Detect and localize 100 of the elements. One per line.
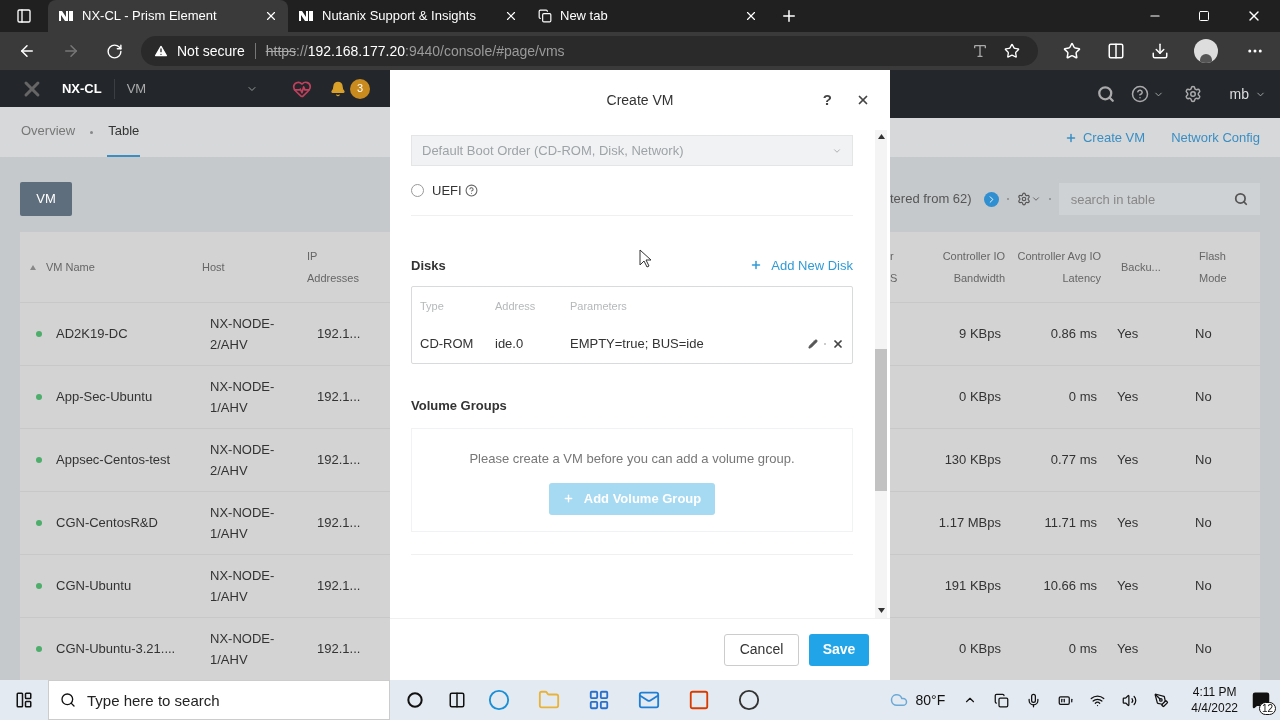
filter-summary: tered from 62) [890,190,972,209]
plus-icon [750,259,763,272]
delete-icon[interactable] [832,338,844,350]
reload-icon[interactable] [106,42,123,60]
close-icon[interactable] [856,93,870,107]
column-header[interactable]: Flash Mode [1199,245,1239,289]
tab-title: New tab [560,7,609,26]
section-heading: Disks [411,256,446,275]
table-cell-text: NX-NODE-1/AHV [210,630,276,669]
column-header: Type [420,298,445,314]
microphone-icon[interactable] [1026,692,1042,708]
table-cell-text: NX-NODE-2/AHV [210,315,276,354]
table-cell-text: No [1195,451,1212,470]
favorite-icon[interactable] [1004,43,1020,59]
vm-name-cell[interactable]: App-Sec-Ubuntu [56,387,210,407]
table-cell-text: No [1195,325,1212,344]
scrollbar[interactable] [875,130,887,618]
table-cell-text: Yes [1117,514,1140,533]
browser-tab[interactable]: New tab [528,0,768,32]
warning-icon [153,43,169,59]
close-icon[interactable] [504,9,518,23]
table-cell-text: NX-NODE-1/AHV [210,504,276,543]
logo-icon [58,10,74,22]
column-header: Parameters [570,298,627,314]
table-cell-text: 191 KBps [943,577,1001,596]
search-icon [1234,192,1248,206]
table-cell-text: 192.1... [317,388,361,407]
vm-name-cell[interactable]: AD2K19-DC [56,324,210,344]
weather-temp[interactable]: 80°F [915,689,946,711]
vm-view-button[interactable]: VM [20,182,72,216]
alerts-icon[interactable] [330,80,347,97]
table-cell-text: 192.1... [317,451,361,470]
pen-icon[interactable] [1154,692,1170,708]
scroll-up-icon[interactable] [877,134,885,139]
security-label: Not secure [177,41,245,61]
settings-icon[interactable] [1183,85,1202,104]
table-cell-text: 192.1... [317,325,361,344]
column-header[interactable]: Controller IO Bandwidth [910,245,1005,289]
help-icon[interactable] [464,184,478,197]
tab-actions-icon[interactable] [16,8,32,24]
vm-name-cell[interactable]: Appsec-Centos-test [56,450,210,470]
download-icon[interactable] [1151,42,1169,60]
user-menu[interactable]: mb [1229,83,1249,105]
browser-tab[interactable]: NX-CL - Prism Element [48,0,288,32]
task-view-icon[interactable] [448,691,466,709]
scroll-thumb[interactable] [875,349,887,491]
table-cell-text: 0 KBps [958,388,1001,407]
favorites-icon[interactable] [1063,42,1081,60]
health-icon[interactable] [292,78,313,99]
alert-count-badge: 3 [350,78,370,99]
volume-icon[interactable] [1122,692,1138,708]
taskbar-search-field[interactable]: Type here to search [48,680,390,720]
collections-icon[interactable] [1107,42,1125,60]
table-cell-text: 9 KBps [958,325,1001,344]
column-header[interactable]: VM Name [46,258,200,276]
new-tab-icon [538,9,552,23]
profile-avatar[interactable] [1194,39,1218,63]
vm-name-cell[interactable]: CGN-Ubuntu-3.21.... [56,639,210,659]
table-cell-text: 0 ms [1067,640,1097,659]
table-cell-text: EMPTY=true; BUS=ide [570,335,705,354]
table-cell-text: Yes [1117,577,1140,596]
scroll-down-icon[interactable] [877,608,885,613]
forward-icon[interactable] [62,42,80,60]
notification-count-badge: 12 [1258,702,1276,715]
dialog-title: Create VM [606,90,674,110]
new-tab-icon[interactable] [780,7,798,25]
settings-icon[interactable] [1016,192,1031,206]
vm-name-cell[interactable]: CGN-CentosR&D [56,513,210,533]
wifi-icon[interactable] [1090,692,1106,708]
close-icon[interactable] [264,9,278,23]
table-cell-text: Yes [1117,388,1140,407]
clock[interactable]: 4:11 PM 4/4/2022 [1191,684,1238,716]
table-cell-text: 0.77 ms [1049,451,1097,470]
table-cell-text: No [1195,640,1212,659]
table-cell-text: 1.17 MBps [937,514,1001,533]
vm-name-cell[interactable]: CGN-Ubuntu [56,576,210,596]
search-icon[interactable] [1096,85,1115,104]
read-aloud-icon[interactable] [972,43,988,59]
url-text: https://192.168.177.20:9440/console/#page/vms [265,41,565,61]
column-header: Address [495,298,537,314]
close-icon[interactable] [744,9,758,23]
help-button[interactable]: ? [822,88,832,112]
start-icon[interactable] [15,691,33,709]
address-bar[interactable]: Not secure https://192.168.177.20:9440/console/#page/vms [141,36,1038,66]
browser-tab[interactable]: Nutanix Support & Insights [288,0,528,32]
uefi-label: UEFI [432,181,462,200]
maximize-icon[interactable] [1198,10,1210,22]
tab-title: NX-CL - Prism Element [82,7,218,26]
column-header[interactable]: Backu... [1121,256,1191,278]
back-icon[interactable] [18,42,36,60]
table-cell-text: 192.1... [317,514,361,533]
column-header[interactable]: Host [200,258,307,276]
section-menu[interactable]: VM [126,78,247,99]
search-field[interactable]: search in table [1058,183,1260,215]
column-header[interactable]: IP Addresses [307,245,369,289]
cortana-icon[interactable] [407,692,423,708]
cancel-button[interactable]: Cancel [724,633,799,666]
column-header[interactable]: Controller Avg IO Latency [1013,245,1101,289]
edit-icon[interactable] [808,339,818,349]
help-icon[interactable] [1130,85,1149,104]
